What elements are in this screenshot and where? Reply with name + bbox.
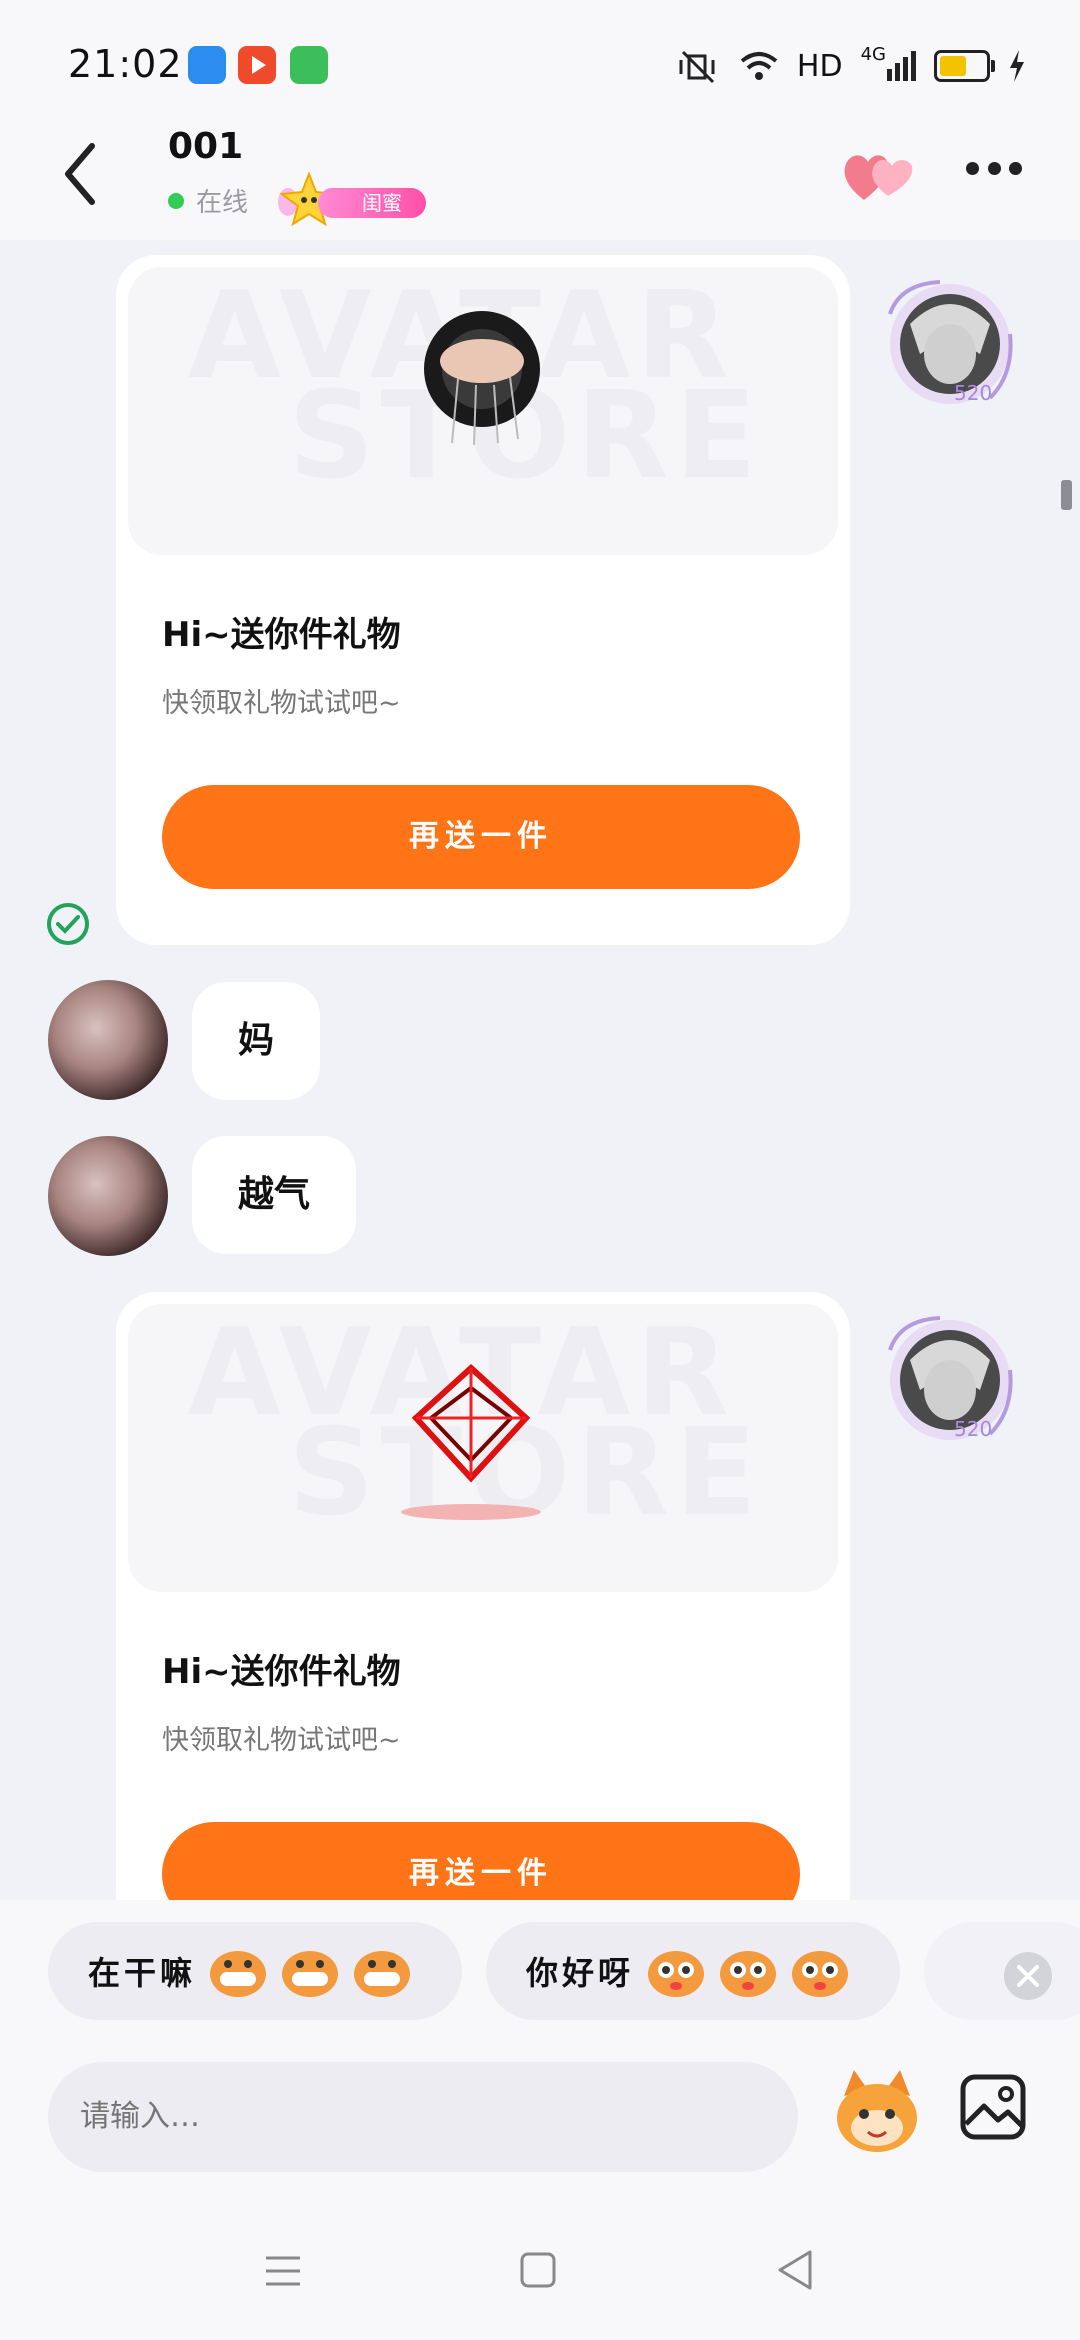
gift-banner: AVATAR STORE bbox=[128, 267, 838, 555]
network-type-label: 4G bbox=[860, 43, 886, 65]
avatar-badge-text: 520 bbox=[954, 1417, 992, 1441]
system-back-icon[interactable] bbox=[776, 2248, 814, 2292]
input-bar bbox=[0, 2050, 1080, 2180]
sticker-mascot-icon[interactable] bbox=[830, 2066, 924, 2160]
grin-mascot-emoji bbox=[282, 1951, 339, 1997]
battery-icon bbox=[934, 50, 995, 82]
back-arrow-icon[interactable] bbox=[56, 138, 106, 210]
quick-reply-text: 在干嘛 bbox=[88, 1954, 197, 1992]
recent-apps-icon[interactable] bbox=[264, 2254, 302, 2288]
my-avatar[interactable]: 520 bbox=[880, 1310, 1020, 1450]
my-avatar[interactable]: 520 bbox=[880, 274, 1020, 414]
vibrate-mute-icon bbox=[679, 50, 715, 84]
gift-card[interactable]: AVATAR STORE Hi~送你件礼物 快领取礼物试试吧~ 再送一件 bbox=[116, 1292, 850, 1900]
gift-banner: AVATAR STORE bbox=[128, 1304, 838, 1592]
gift-title: Hi~送你件礼物 bbox=[162, 615, 401, 655]
quick-reply-text: 你好呀 bbox=[526, 1954, 635, 1992]
image-picker-icon[interactable] bbox=[958, 2072, 1028, 2142]
clock: 21:02 bbox=[68, 42, 183, 86]
gift-item-image bbox=[424, 311, 540, 446]
quick-reply-chip[interactable]: 你好呀 bbox=[486, 1922, 900, 2020]
avatar-badge-text: 520 bbox=[954, 381, 992, 405]
grin-mascot-emoji bbox=[354, 1951, 411, 1997]
close-quick-replies-button[interactable] bbox=[1004, 1952, 1052, 2000]
status-icons: HD 4G bbox=[673, 44, 1026, 88]
chat-header: 001 在线 闺蜜 bbox=[0, 112, 1080, 240]
quick-reply-chip[interactable] bbox=[924, 1922, 1080, 2020]
signal-icon bbox=[887, 51, 916, 81]
intimacy-hearts-icon[interactable] bbox=[842, 146, 916, 204]
online-dot bbox=[168, 192, 184, 209]
badge-label: 闺蜜 bbox=[318, 187, 427, 218]
send-again-button[interactable]: 再送一件 bbox=[162, 785, 800, 889]
read-check-icon bbox=[47, 903, 89, 945]
wink-mascot-emoji bbox=[720, 1951, 777, 1997]
wink-mascot-emoji bbox=[792, 1951, 849, 1997]
wifi-icon bbox=[740, 52, 778, 80]
grin-mascot-emoji bbox=[210, 1951, 267, 1997]
message-list[interactable]: AVATAR STORE Hi~送你件礼物 快领取礼物试试吧~ 再送一件 520… bbox=[0, 240, 1080, 1900]
gift-title: Hi~送你件礼物 bbox=[162, 1652, 401, 1692]
contact-avatar[interactable] bbox=[48, 1136, 168, 1256]
message-bubble[interactable]: 妈 bbox=[192, 982, 321, 1100]
message-input[interactable] bbox=[48, 2062, 798, 2172]
system-nav-bar bbox=[0, 2180, 1080, 2340]
status-bar: 21:02 HD 4G bbox=[0, 0, 1080, 112]
gift-subtitle: 快领取礼物试试吧~ bbox=[162, 1725, 401, 1756]
quick-replies: 在干嘛 你好呀 bbox=[0, 1900, 1080, 2050]
gift-subtitle: 快领取礼物试试吧~ bbox=[162, 688, 401, 719]
send-again-button[interactable]: 再送一件 bbox=[162, 1822, 800, 1900]
green-app-icon bbox=[290, 46, 328, 84]
wink-mascot-emoji bbox=[648, 1951, 705, 1997]
quick-reply-chip[interactable]: 在干嘛 bbox=[48, 1922, 462, 2020]
gift-item-image bbox=[401, 1363, 541, 1520]
online-text: 在线 bbox=[196, 188, 249, 218]
close-icon bbox=[1017, 1965, 1039, 1987]
scrollbar[interactable] bbox=[1061, 480, 1072, 510]
online-status: 在线 闺蜜 bbox=[168, 171, 428, 226]
relationship-badge[interactable]: 闺蜜 bbox=[278, 171, 428, 226]
hd-label: HD bbox=[796, 48, 843, 84]
app-blue-icon bbox=[188, 46, 226, 84]
contact-avatar[interactable] bbox=[48, 980, 168, 1100]
more-options-icon[interactable] bbox=[966, 162, 1022, 178]
gift-card[interactable]: AVATAR STORE Hi~送你件礼物 快领取礼物试试吧~ 再送一件 bbox=[116, 255, 850, 945]
home-icon[interactable] bbox=[520, 2252, 556, 2288]
charging-icon bbox=[1010, 50, 1024, 82]
video-app-icon bbox=[238, 46, 276, 84]
message-bubble[interactable]: 越气 bbox=[192, 1136, 357, 1254]
contact-name[interactable]: 001 bbox=[168, 126, 243, 167]
